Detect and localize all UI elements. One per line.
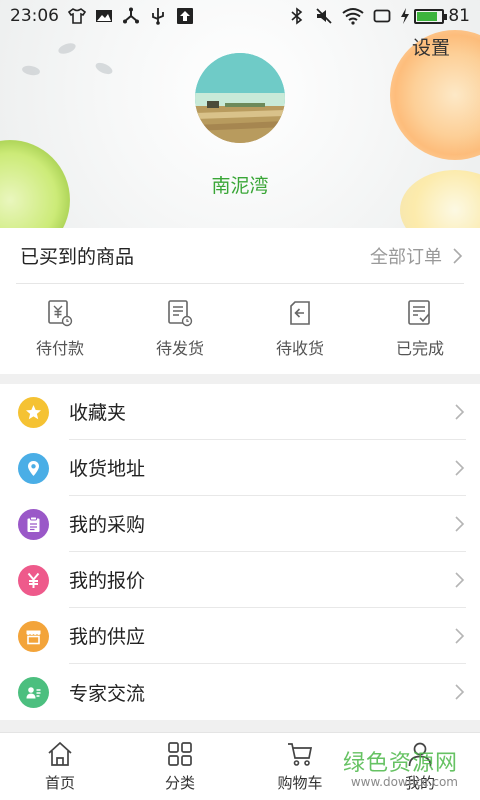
list-clock-icon (168, 300, 193, 327)
menu-item-shipping-address[interactable]: 收货地址 (0, 440, 480, 496)
chevron-right-icon (453, 247, 463, 264)
receive-arrow-icon (290, 301, 310, 325)
menu-icon-badge (18, 676, 49, 708)
star-icon (26, 404, 41, 419)
yen-icon (27, 572, 40, 588)
menu-item-my-quotes[interactable]: 我的报价 (0, 552, 480, 608)
orders-title: 已买到的商品 (20, 246, 135, 268)
nav-item-label: 首页 (44, 774, 75, 792)
avatar-landscape-image (195, 53, 285, 143)
menu-item-label: 收藏夹 (69, 402, 127, 424)
profile-header: 23:06 81 设置 南泥湾 (0, 0, 480, 228)
chevron-right-icon (455, 515, 465, 532)
battery-level: 81 (448, 6, 470, 26)
location-pin-icon (28, 460, 39, 476)
menu-item-label: 我的报价 (69, 570, 146, 592)
nav-item-label: 分类 (164, 774, 195, 792)
all-orders-label: 全部订单 (370, 246, 442, 268)
bottom-nav: 首页 分类 购物车 我的 (0, 732, 480, 800)
grid-icon (168, 742, 192, 766)
mute-icon (316, 8, 332, 24)
menu-icon-badge (18, 396, 49, 428)
share-icon (123, 7, 139, 24)
nav-item-label: 购物车 (277, 774, 323, 792)
settings-button[interactable]: 设置 (412, 33, 450, 60)
nav-item-home[interactable]: 首页 (0, 733, 120, 800)
status-bar: 23:06 81 (0, 0, 480, 32)
nav-item-mine[interactable]: 我的 (360, 733, 480, 800)
chevron-right-icon (455, 571, 465, 588)
doc-check-icon (408, 300, 430, 325)
menu-item-label: 专家交流 (69, 682, 146, 705)
order-tab-completed[interactable]: 已完成 (360, 284, 480, 374)
menu-item-label: 我的采购 (69, 514, 146, 536)
all-orders-row[interactable]: 已买到的商品 全部订单 (16, 228, 464, 284)
profile-menu: 收藏夹 收货地址 我的采购 我的报价 我的供应 专家交流 (0, 384, 480, 720)
leaf-decoration (93, 60, 115, 77)
upload-icon (177, 8, 193, 24)
menu-icon-badge (18, 620, 49, 652)
tshirt-icon (68, 8, 86, 24)
all-orders-link[interactable]: 全部订单 (370, 243, 464, 269)
menu-icon-badge (18, 508, 49, 540)
menu-icon-badge (18, 564, 49, 596)
order-tab-label: 待付款 (35, 339, 84, 358)
order-tab-label: 已完成 (395, 339, 444, 358)
battery-indicator: 81 (400, 6, 470, 26)
wifi-icon (342, 8, 364, 25)
menu-item-label: 收货地址 (69, 458, 146, 480)
home-icon (48, 741, 72, 766)
nav-item-label: 我的 (404, 774, 435, 792)
menu-item-my-purchases[interactable]: 我的采购 (0, 496, 480, 552)
clipboard-icon (27, 516, 40, 532)
menu-item-label: 我的供应 (69, 626, 146, 648)
clock: 23:06 (10, 6, 59, 26)
charging-icon (401, 8, 410, 24)
order-tab-pending-receipt[interactable]: 待收货 (240, 284, 360, 374)
menu-icon-badge (18, 452, 49, 484)
battery-icon (414, 8, 448, 24)
chevron-right-icon (455, 459, 465, 476)
menu-item-expert-exchange[interactable]: 专家交流 (0, 664, 480, 720)
menu-item-my-supply[interactable]: 我的供应 (0, 608, 480, 664)
chevron-right-icon (455, 627, 465, 644)
cart-icon (288, 743, 313, 766)
image-icon (96, 10, 112, 22)
order-tab-pending-shipment[interactable]: 待发货 (120, 284, 240, 374)
nav-item-category[interactable]: 分类 (120, 733, 240, 800)
chevron-right-icon (455, 684, 465, 700)
nav-item-cart[interactable]: 购物车 (240, 733, 360, 800)
chevron-right-icon (455, 403, 465, 420)
avatar[interactable] (195, 53, 285, 143)
screen-icon (373, 9, 391, 23)
yen-receipt-icon (48, 300, 73, 327)
usb-icon (152, 8, 164, 25)
leaf-decoration (57, 41, 77, 56)
store-icon (26, 630, 41, 644)
order-tab-label: 待发货 (155, 339, 204, 358)
expert-card-icon (26, 686, 41, 698)
order-tab-pending-payment[interactable]: 待付款 (0, 284, 120, 374)
user-icon (408, 742, 432, 767)
order-status-tabs: 待付款 待发货 待收货 已完成 (0, 284, 480, 374)
order-tab-label: 待收货 (275, 339, 324, 358)
username: 南泥湾 (211, 175, 269, 197)
leaf-decoration (21, 64, 41, 77)
bluetooth-icon (291, 7, 303, 25)
menu-item-favorites[interactable]: 收藏夹 (0, 384, 480, 440)
orders-card: 已买到的商品 全部订单 待付款 待发货 待收货 已完成 (0, 228, 480, 374)
